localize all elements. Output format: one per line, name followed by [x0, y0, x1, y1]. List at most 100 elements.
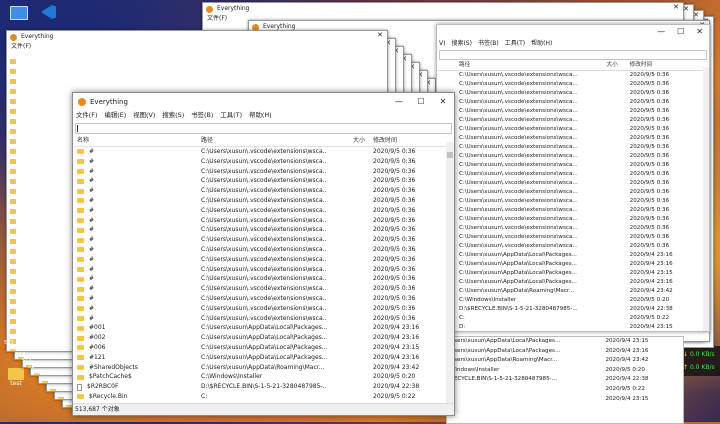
col-name[interactable]: 名称: [73, 136, 201, 146]
table-row[interactable]: # C:\Users\xusun\.vscode\extensions\wsca.…: [73, 314, 454, 324]
minimize-button[interactable]: —: [388, 93, 410, 110]
table-row[interactable]: # C:\Users\xusun\.vscode\extensions\wsca.…: [73, 235, 454, 245]
menu-item[interactable]: 工具(T): [505, 40, 525, 47]
table-row[interactable]: # C:\Users\xusun\.vscode\extensions\wsca.…: [73, 206, 454, 216]
table-row[interactable]: C:\Users\xusun\.vscode\extensions\wsca..…: [437, 125, 709, 134]
table-row[interactable]: C:\Users\xusun\AppData\Local\Packages...…: [437, 251, 709, 260]
title-bar[interactable]: Everything: [7, 31, 387, 43]
table-row[interactable]: $R2RBC0F D:\$RECYCLE.BIN\S-1-5-21-3280487…: [73, 382, 454, 392]
table-row[interactable]: C: 2020/9/5 0:22: [437, 314, 709, 323]
menu-item[interactable]: 搜索(S): [451, 40, 472, 47]
table-row[interactable]: C:\Users\xusun\.vscode\extensions\wsca..…: [437, 224, 709, 233]
close-button[interactable]: ✕: [693, 11, 699, 19]
table-row[interactable]: C:\Users\xusun\.vscode\extensions\wsca..…: [437, 188, 709, 197]
table-row[interactable]: # C:\Users\xusun\.vscode\extensions\wsca.…: [73, 176, 454, 186]
table-row[interactable]: #002 C:\Users\xusun\AppData\Local\Package…: [73, 333, 454, 343]
table-row[interactable]: $Recycle.Bin C: 2020/9/5 0:22: [73, 392, 454, 402]
table-row[interactable]: # C:\Users\xusun\.vscode\extensions\wsca.…: [73, 225, 454, 235]
table-row[interactable]: # C:\Users\xusun\.vscode\extensions\wsca.…: [73, 157, 454, 167]
close-button[interactable]: ✕: [673, 3, 679, 11]
table-row[interactable]: C:\Users\xusun\.vscode\extensions\wsca..…: [437, 206, 709, 215]
table-row[interactable]: # C:\Users\xusun\.vscode\extensions\wsca.…: [73, 284, 454, 294]
table-row[interactable]: Users\xusun\AppData\Local\Packages... 202…: [447, 347, 683, 357]
table-row[interactable]: C:\Users\xusun\.vscode\extensions\wsca..…: [437, 170, 709, 179]
table-row[interactable]: C:\Users\xusun\.vscode\extensions\wsca..…: [437, 197, 709, 206]
table-row[interactable]: #001 C:\Users\xusun\AppData\Local\Package…: [73, 323, 454, 333]
table-row[interactable]: C:\Users\xusun\.vscode\extensions\wsca..…: [437, 89, 709, 98]
col-modified[interactable]: 修改时间: [626, 61, 709, 70]
close-button[interactable]: ✕: [683, 5, 689, 13]
menu-item[interactable]: 帮助(H): [249, 111, 272, 119]
menu-item[interactable]: 搜索(S): [162, 111, 184, 119]
table-row[interactable]: # C:\Users\xusun\.vscode\extensions\wsca.…: [73, 186, 454, 196]
table-row[interactable]: C:\Users\xusun\.vscode\extensions\wsca..…: [437, 107, 709, 116]
table-row[interactable]: C:\Users\xusun\.vscode\extensions\wsca..…: [437, 215, 709, 224]
search-input[interactable]: [439, 50, 707, 60]
col-path[interactable]: 路径: [201, 136, 327, 146]
desktop-icon-vscode[interactable]: [42, 5, 56, 19]
table-row[interactable]: C:\Windows\Installer 2020/9/5 0:20: [437, 296, 709, 305]
table-row[interactable]: # C:\Users\xusun\.vscode\extensions\wsca.…: [73, 147, 454, 157]
table-row[interactable]: C:\Users\xusun\AppData\Local\Packages...…: [437, 269, 709, 278]
table-row[interactable]: C:\Users\xusun\.vscode\extensions\wsca..…: [437, 161, 709, 170]
table-row[interactable]: C:\Users\xusun\.vscode\extensions\wsca..…: [437, 71, 709, 80]
table-row[interactable]: C:\Users\xusun\.vscode\extensions\wsca..…: [437, 152, 709, 161]
table-row[interactable]: C:\Users\xusun\.vscode\extensions\wsca..…: [437, 179, 709, 188]
table-row[interactable]: RECYCLE.BIN\S-1-5-21-3280487985-... 2020/…: [447, 375, 683, 385]
table-row[interactable]: # C:\Users\xusun\.vscode\extensions\wsca.…: [73, 294, 454, 304]
table-row[interactable]: # C:\Users\xusun\.vscode\extensions\wsca.…: [73, 216, 454, 226]
table-row[interactable]: C:\Users\xusun\.vscode\extensions\wsca..…: [437, 116, 709, 125]
table-row[interactable]: Users\xusun\AppData\Roaming\Macr... 2020/…: [447, 356, 683, 366]
table-row[interactable]: # C:\Users\xusun\.vscode\extensions\wsca.…: [73, 274, 454, 284]
close-button[interactable]: ✕: [432, 93, 454, 110]
close-button[interactable]: ✕: [377, 31, 383, 39]
table-row[interactable]: C:\Users\xusun\.vscode\extensions\wsca..…: [437, 98, 709, 107]
table-row[interactable]: C:\Users\xusun\AppData\Local\Packages...…: [437, 260, 709, 269]
maximize-button[interactable]: ☐: [410, 93, 432, 110]
scrollbar[interactable]: [446, 142, 454, 404]
menu-item[interactable]: 书签(B): [478, 40, 499, 47]
scrollbar[interactable]: [703, 67, 709, 331]
table-row[interactable]: D: 2020/9/4 23:15: [437, 323, 709, 331]
desktop-icon-test[interactable]: test: [8, 368, 24, 387]
menu-item[interactable]: 书签(B): [191, 111, 213, 119]
scrollbar-thumb[interactable]: [447, 152, 453, 158]
table-row[interactable]: #SharedObjects C:\Users\xusun\AppData\Roa…: [73, 363, 454, 373]
table-row[interactable]: # C:\Users\xusun\.vscode\extensions\wsca.…: [73, 245, 454, 255]
title-bar[interactable]: Everything: [203, 3, 683, 15]
table-row[interactable]: C:\Users\xusun\.vscode\extensions\wsca..…: [437, 134, 709, 143]
maximize-button[interactable]: ☐: [677, 25, 684, 39]
minimize-button[interactable]: —: [657, 25, 665, 39]
table-row[interactable]: #006 C:\Users\xusun\AppData\Local\Package…: [73, 343, 454, 353]
table-row[interactable]: C:\Users\xusun\.vscode\extensions\wsca..…: [437, 242, 709, 251]
table-row[interactable]: $PatchCache$ C:\Windows\Installer 2020/9/5…: [73, 372, 454, 382]
table-row[interactable]: D:\$RECYCLE.BIN\S-1-5-21-3280487985-... 2…: [437, 305, 709, 314]
table-row[interactable]: #121 C:\Users\xusun\AppData\Local\Package…: [73, 353, 454, 363]
table-row[interactable]: C:\Users\xusun\.vscode\extensions\wsca..…: [437, 143, 709, 152]
table-row[interactable]: Windows\Installer 2020/9/5 0:20: [447, 366, 683, 376]
table-row[interactable]: C:\Users\xusun\.vscode\extensions\wsca..…: [437, 80, 709, 89]
table-row[interactable]: Users\xusun\AppData\Local\Packages... 202…: [447, 337, 683, 347]
close-button[interactable]: ✕: [696, 25, 703, 39]
menu-item[interactable]: 工具(T): [220, 111, 242, 119]
everything-window-front[interactable]: Everything — ☐ ✕ 文件(F) 编辑(E) 视图(V) 搜索(S) 书签(…: [72, 92, 455, 416]
table-row[interactable]: # C:\Users\xusun\.vscode\extensions\wsca.…: [73, 196, 454, 206]
menu-item[interactable]: 文件(F): [76, 111, 97, 119]
menu-item[interactable]: 编辑(E): [104, 111, 126, 119]
col-size[interactable]: 大小: [327, 136, 369, 146]
menu-item[interactable]: V): [439, 40, 445, 47]
everything-window-right[interactable]: — ☐ ✕ V) 搜索(S) 书签(B) 工具(T) 帮助(H) 路径 大小 修改时间 …: [436, 24, 710, 332]
table-row[interactable]: C:\Users\xusun\AppData\Roaming\Macr... 20…: [437, 287, 709, 296]
col-size[interactable]: 大小: [578, 61, 626, 70]
table-row[interactable]: C:\Users\xusun\AppData\Local\Packages...…: [437, 278, 709, 287]
everything-window-bottom[interactable]: Users\xusun\AppData\Local\Packages... 202…: [446, 336, 684, 424]
table-row[interactable]: 2020/9/4 23:15: [447, 395, 683, 405]
search-input[interactable]: [75, 123, 452, 134]
table-row[interactable]: # C:\Users\xusun\.vscode\extensions\wsca.…: [73, 265, 454, 275]
title-bar[interactable]: Everything — ☐ ✕: [73, 93, 454, 110]
menu-item[interactable]: 帮助(H): [531, 40, 552, 47]
table-row[interactable]: # C:\Users\xusun\.vscode\extensions\wsca.…: [73, 167, 454, 177]
menu-item[interactable]: 视图(V): [133, 111, 155, 119]
table-row[interactable]: C:\Users\xusun\.vscode\extensions\wsca..…: [437, 233, 709, 242]
table-row[interactable]: 2020/9/5 0:22: [447, 385, 683, 395]
